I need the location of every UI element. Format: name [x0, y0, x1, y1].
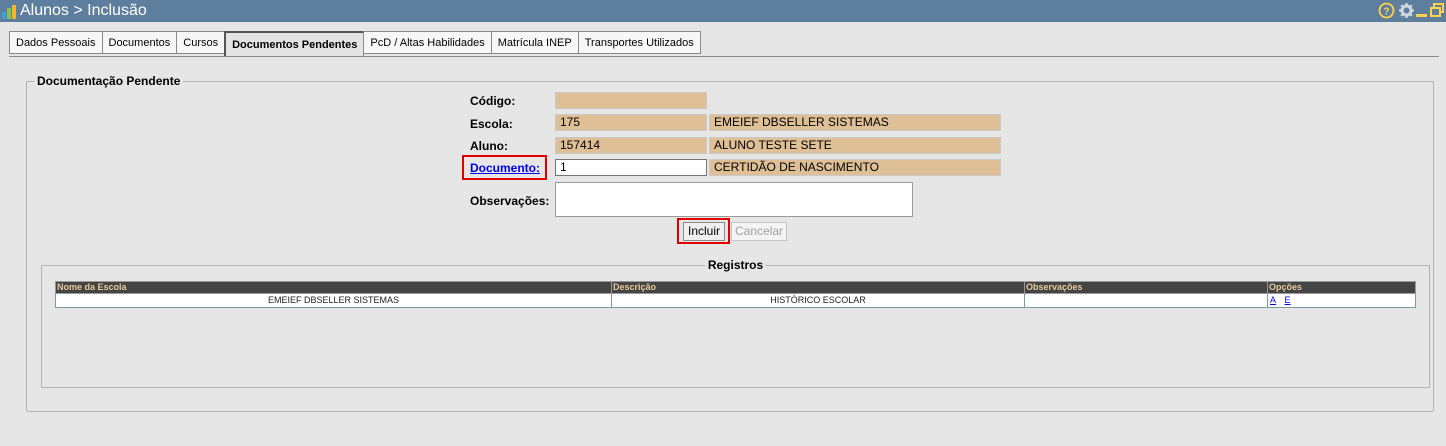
registros-legend: Registros — [707, 258, 764, 272]
documento-link[interactable]: Documento: — [470, 161, 540, 175]
tab-matricula-inep[interactable]: Matrícula INEP — [490, 31, 579, 54]
col-opcoes: Opções — [1267, 281, 1416, 294]
app-logo-icon — [2, 3, 18, 19]
tab-transportes-utilizados[interactable]: Transportes Utilizados — [577, 31, 701, 54]
escola-code-field[interactable]: 175 — [555, 114, 707, 131]
registros-table: Nome da Escola Descrição Observações Opç… — [55, 281, 1416, 308]
observacoes-label: Observações: — [470, 194, 550, 208]
aluno-name-field[interactable]: ALUNO TESTE SETE — [709, 137, 1001, 154]
codigo-field[interactable] — [555, 92, 707, 109]
tab-documentos[interactable]: Documentos — [101, 31, 178, 54]
table-header-row: Nome da Escola Descrição Observações Opç… — [55, 281, 1416, 294]
fieldset-legend: Documentação Pendente — [37, 74, 181, 88]
help-icon[interactable]: ? — [1378, 2, 1395, 19]
codigo-label: Código: — [470, 94, 516, 108]
aluno-label: Aluno: — [470, 139, 508, 153]
tab-dados-pessoais[interactable]: Dados Pessoais — [9, 31, 103, 54]
cell-descricao: HISTÓRICO ESCOLAR — [611, 293, 1025, 308]
window-title: Alunos > Inclusão — [20, 2, 147, 19]
gear-icon[interactable] — [1398, 2, 1415, 19]
svg-text:?: ? — [1383, 7, 1389, 18]
alterar-link[interactable]: A — [1270, 295, 1276, 305]
restore-icon[interactable] — [1429, 2, 1446, 19]
tab-bar: Dados Pessoais Documentos Cursos Documen… — [9, 31, 701, 57]
col-descricao: Descrição — [611, 281, 1025, 294]
table-row[interactable]: EMEIEF DBSELLER SISTEMAS HISTÓRICO ESCOL… — [55, 293, 1416, 308]
incluir-button[interactable]: Incluir — [683, 222, 725, 241]
window-title-bar: Alunos > Inclusão ? — [0, 0, 1446, 22]
cell-escola: EMEIEF DBSELLER SISTEMAS — [55, 293, 612, 308]
aluno-code-field[interactable]: 157414 — [555, 137, 707, 154]
cancelar-button[interactable]: Cancelar — [731, 222, 787, 241]
col-nome-escola: Nome da Escola — [55, 281, 612, 294]
cell-opcoes: A E — [1267, 293, 1416, 308]
cell-observacoes — [1024, 293, 1268, 308]
tab-pcd-altas-habilidades[interactable]: PcD / Altas Habilidades — [363, 31, 492, 54]
excluir-link[interactable]: E — [1285, 295, 1291, 305]
tab-divider — [9, 56, 1439, 57]
escola-name-field[interactable]: EMEIEF DBSELLER SISTEMAS — [709, 114, 1001, 131]
tab-documentos-pendentes[interactable]: Documentos Pendentes — [224, 31, 365, 57]
tab-cursos[interactable]: Cursos — [176, 31, 226, 54]
escola-label: Escola: — [470, 117, 513, 131]
documento-name-field[interactable]: CERTIDÃO DE NASCIMENTO — [709, 159, 1001, 176]
registros-fieldset: Registros — [41, 258, 1430, 388]
observacoes-textarea[interactable] — [555, 182, 913, 217]
documento-code-input[interactable]: 1 — [555, 159, 707, 176]
col-observacoes: Observações — [1024, 281, 1268, 294]
